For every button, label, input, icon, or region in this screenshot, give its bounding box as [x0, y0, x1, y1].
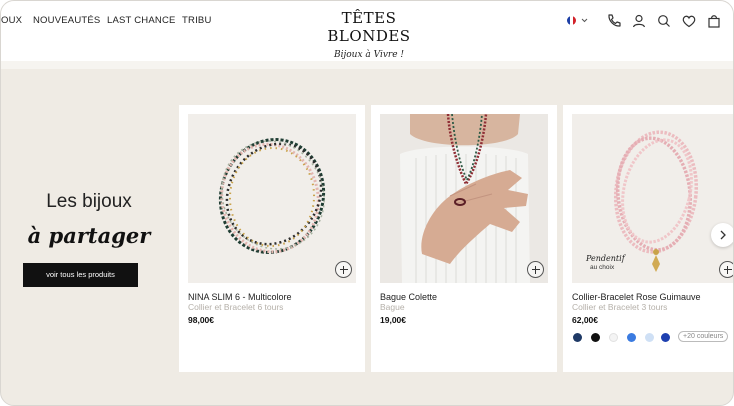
product-price: 98,00€: [188, 315, 214, 325]
nav-item-tribu[interactable]: TRIBU: [182, 15, 212, 26]
color-swatch[interactable]: [645, 333, 654, 342]
color-swatch[interactable]: [609, 333, 618, 342]
france-flag-icon: [567, 16, 576, 25]
nav-item-bijoux[interactable]: OUX: [1, 15, 22, 26]
nav-item-nouveautes[interactable]: NOUVEAUTÉS: [33, 15, 100, 26]
product-card[interactable]: NINA SLIM 6 - Multicolore Collier et Bra…: [179, 105, 365, 372]
account-icon[interactable]: [631, 13, 647, 29]
heart-icon[interactable]: [681, 13, 697, 29]
brand-logo[interactable]: TÊTES BLONDES Bijoux à Vivre !: [301, 9, 437, 60]
model-wearing-ring-image: [380, 114, 548, 283]
product-image[interactable]: [188, 114, 356, 283]
language-selector[interactable]: [567, 13, 588, 29]
product-subtitle: Collier et Bracelet 6 tours: [188, 302, 284, 312]
page-frame: OUX NOUVEAUTÉS LAST CHANCE TRIBU TÊTES B…: [0, 0, 734, 406]
carousel-next-button[interactable]: [711, 223, 733, 247]
promo-block: Les bijoux à partager voir tous les prod…: [1, 191, 177, 287]
product-subtitle: Collier et Bracelet 3 tours: [572, 302, 668, 312]
product-title[interactable]: NINA SLIM 6 - Multicolore: [188, 292, 292, 302]
header-divider: [1, 61, 733, 69]
beaded-necklace-image: [218, 138, 326, 254]
product-card[interactable]: Bague Colette Bague 19,00€: [371, 105, 557, 372]
product-image[interactable]: Pendentif au choix: [572, 114, 733, 283]
add-to-cart-button[interactable]: [527, 261, 544, 278]
product-title[interactable]: Collier-Bracelet Rose Guimauve: [572, 292, 701, 302]
product-card[interactable]: Pendentif au choix Collier-Bracelet Rose…: [563, 105, 733, 372]
promo-line-2: à partager: [27, 223, 151, 248]
pendant-overlay-subtitle: au choix: [590, 264, 615, 271]
color-swatch[interactable]: [661, 333, 670, 342]
bag-icon[interactable]: [706, 13, 722, 29]
add-to-cart-button[interactable]: [335, 261, 352, 278]
more-colors-link[interactable]: +20 couleurs: [678, 331, 729, 342]
site-header: OUX NOUVEAUTÉS LAST CHANCE TRIBU TÊTES B…: [1, 1, 733, 61]
pendant-overlay-title: Pendentif: [586, 254, 625, 263]
logo-tagline: Bijoux à Vivre !: [333, 50, 405, 60]
phone-icon[interactable]: [606, 13, 622, 29]
color-swatch[interactable]: [591, 333, 600, 342]
product-title[interactable]: Bague Colette: [380, 292, 437, 302]
product-price: 62,00€: [572, 315, 598, 325]
color-swatch[interactable]: [573, 333, 582, 342]
nav-item-last-chance[interactable]: LAST CHANCE: [107, 15, 176, 26]
logo-name: TÊTES BLONDES: [327, 9, 411, 45]
color-swatch[interactable]: [627, 333, 636, 342]
search-icon[interactable]: [656, 13, 672, 29]
view-all-products-button[interactable]: voir tous les produits: [23, 263, 138, 287]
chevron-down-icon: [581, 18, 588, 23]
promo-line-1: Les bijoux: [46, 191, 132, 212]
product-price: 19,00€: [380, 315, 406, 325]
chevron-right-icon: [720, 230, 726, 240]
add-to-cart-button[interactable]: [719, 261, 733, 278]
product-subtitle: Bague: [380, 302, 405, 312]
product-image[interactable]: [380, 114, 548, 283]
